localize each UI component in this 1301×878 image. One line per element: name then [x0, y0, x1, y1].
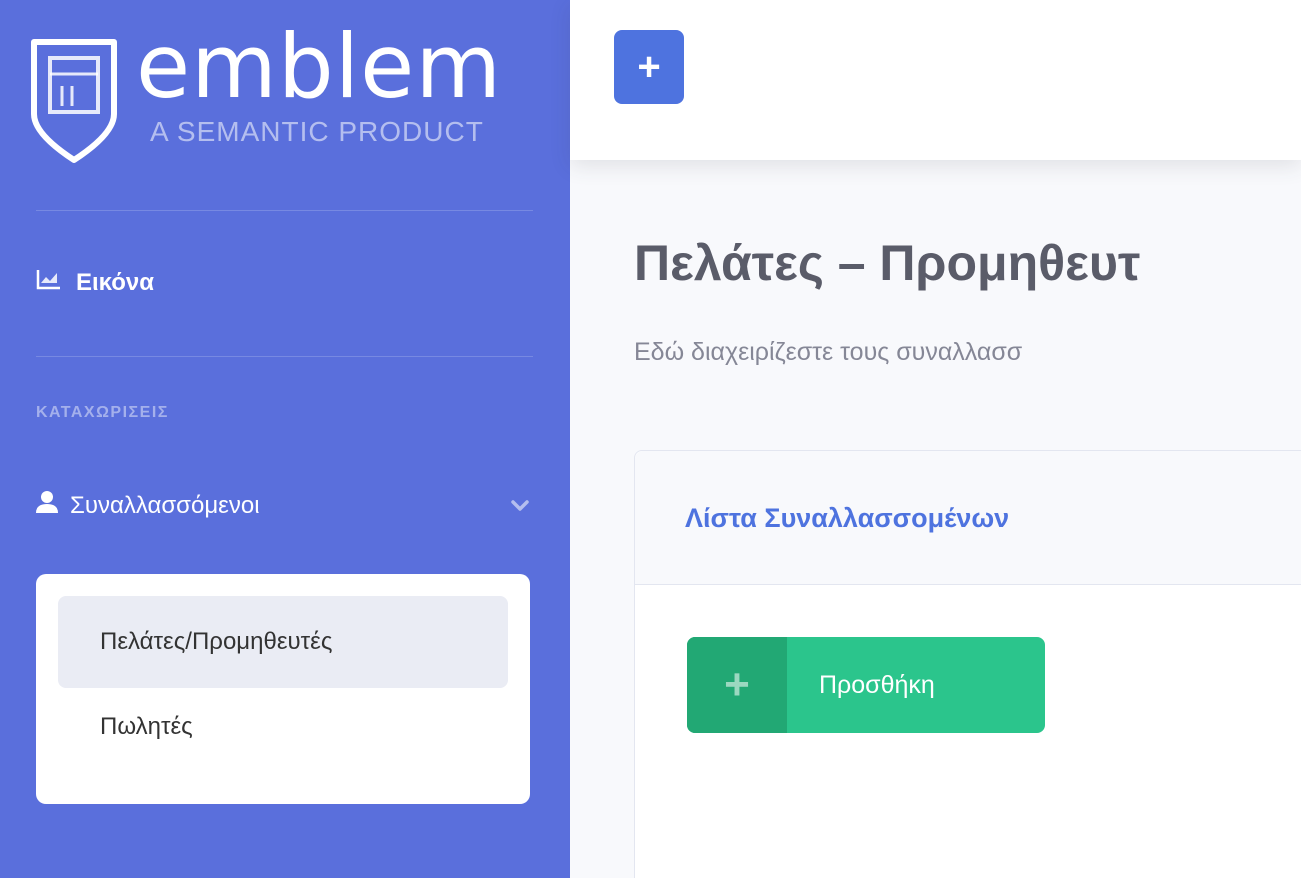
- card-header: Λίστα Συναλλασσομένων: [635, 451, 1301, 585]
- submenu-item-customers-suppliers[interactable]: Πελάτες/Προμηθευτές: [58, 596, 508, 688]
- brand-name: emblem: [136, 15, 503, 118]
- sidebar-item-transactors[interactable]: Συναλλασσόμενοι: [36, 490, 530, 521]
- chart-area-icon: [36, 268, 62, 297]
- sidebar-section-heading: ΚΑΤΑΧΩΡΙΣΕΙΣ: [36, 404, 169, 421]
- transactors-card: Λίστα Συναλλασσομένων + Προσθήκη: [634, 450, 1301, 878]
- add-button-label: Προσθήκη: [819, 670, 935, 699]
- sidebar-divider: [36, 210, 533, 211]
- brand-logo[interactable]: emblem A SEMANTIC PRODUCT: [28, 15, 548, 163]
- page-subtitle: Εδώ διαχειρίζεστε τους συναλλασσ: [634, 338, 1023, 366]
- app: emblem A SEMANTIC PRODUCT Εικόνα ΚΑΤΑΧΩΡ…: [0, 0, 1301, 878]
- brand-tagline: A SEMANTIC PRODUCT: [150, 116, 484, 147]
- sidebar: emblem A SEMANTIC PRODUCT Εικόνα ΚΑΤΑΧΩΡ…: [0, 0, 570, 878]
- chevron-down-icon: [510, 492, 530, 520]
- sidebar-submenu: Πελάτες/Προμηθευτές Πωλητές: [36, 574, 530, 804]
- sidebar-item-label: Συναλλασσόμενοι: [70, 491, 260, 519]
- sidebar-divider: [36, 356, 533, 357]
- page-title: Πελάτες – Προμηθευτ: [634, 235, 1141, 291]
- submenu-item-sellers[interactable]: Πωλητές: [58, 694, 508, 760]
- card-title: Λίστα Συναλλασσομένων: [685, 503, 1010, 533]
- topbar: +: [570, 0, 1301, 160]
- sidebar-item-label: Εικόνα: [76, 268, 155, 296]
- user-icon: [36, 490, 58, 521]
- plus-icon: +: [687, 637, 787, 733]
- add-button[interactable]: + Προσθήκη: [687, 637, 1045, 733]
- add-new-button[interactable]: +: [614, 30, 684, 104]
- shield-logo-icon: [28, 36, 120, 171]
- sidebar-item-dashboard[interactable]: Εικόνα: [36, 268, 154, 297]
